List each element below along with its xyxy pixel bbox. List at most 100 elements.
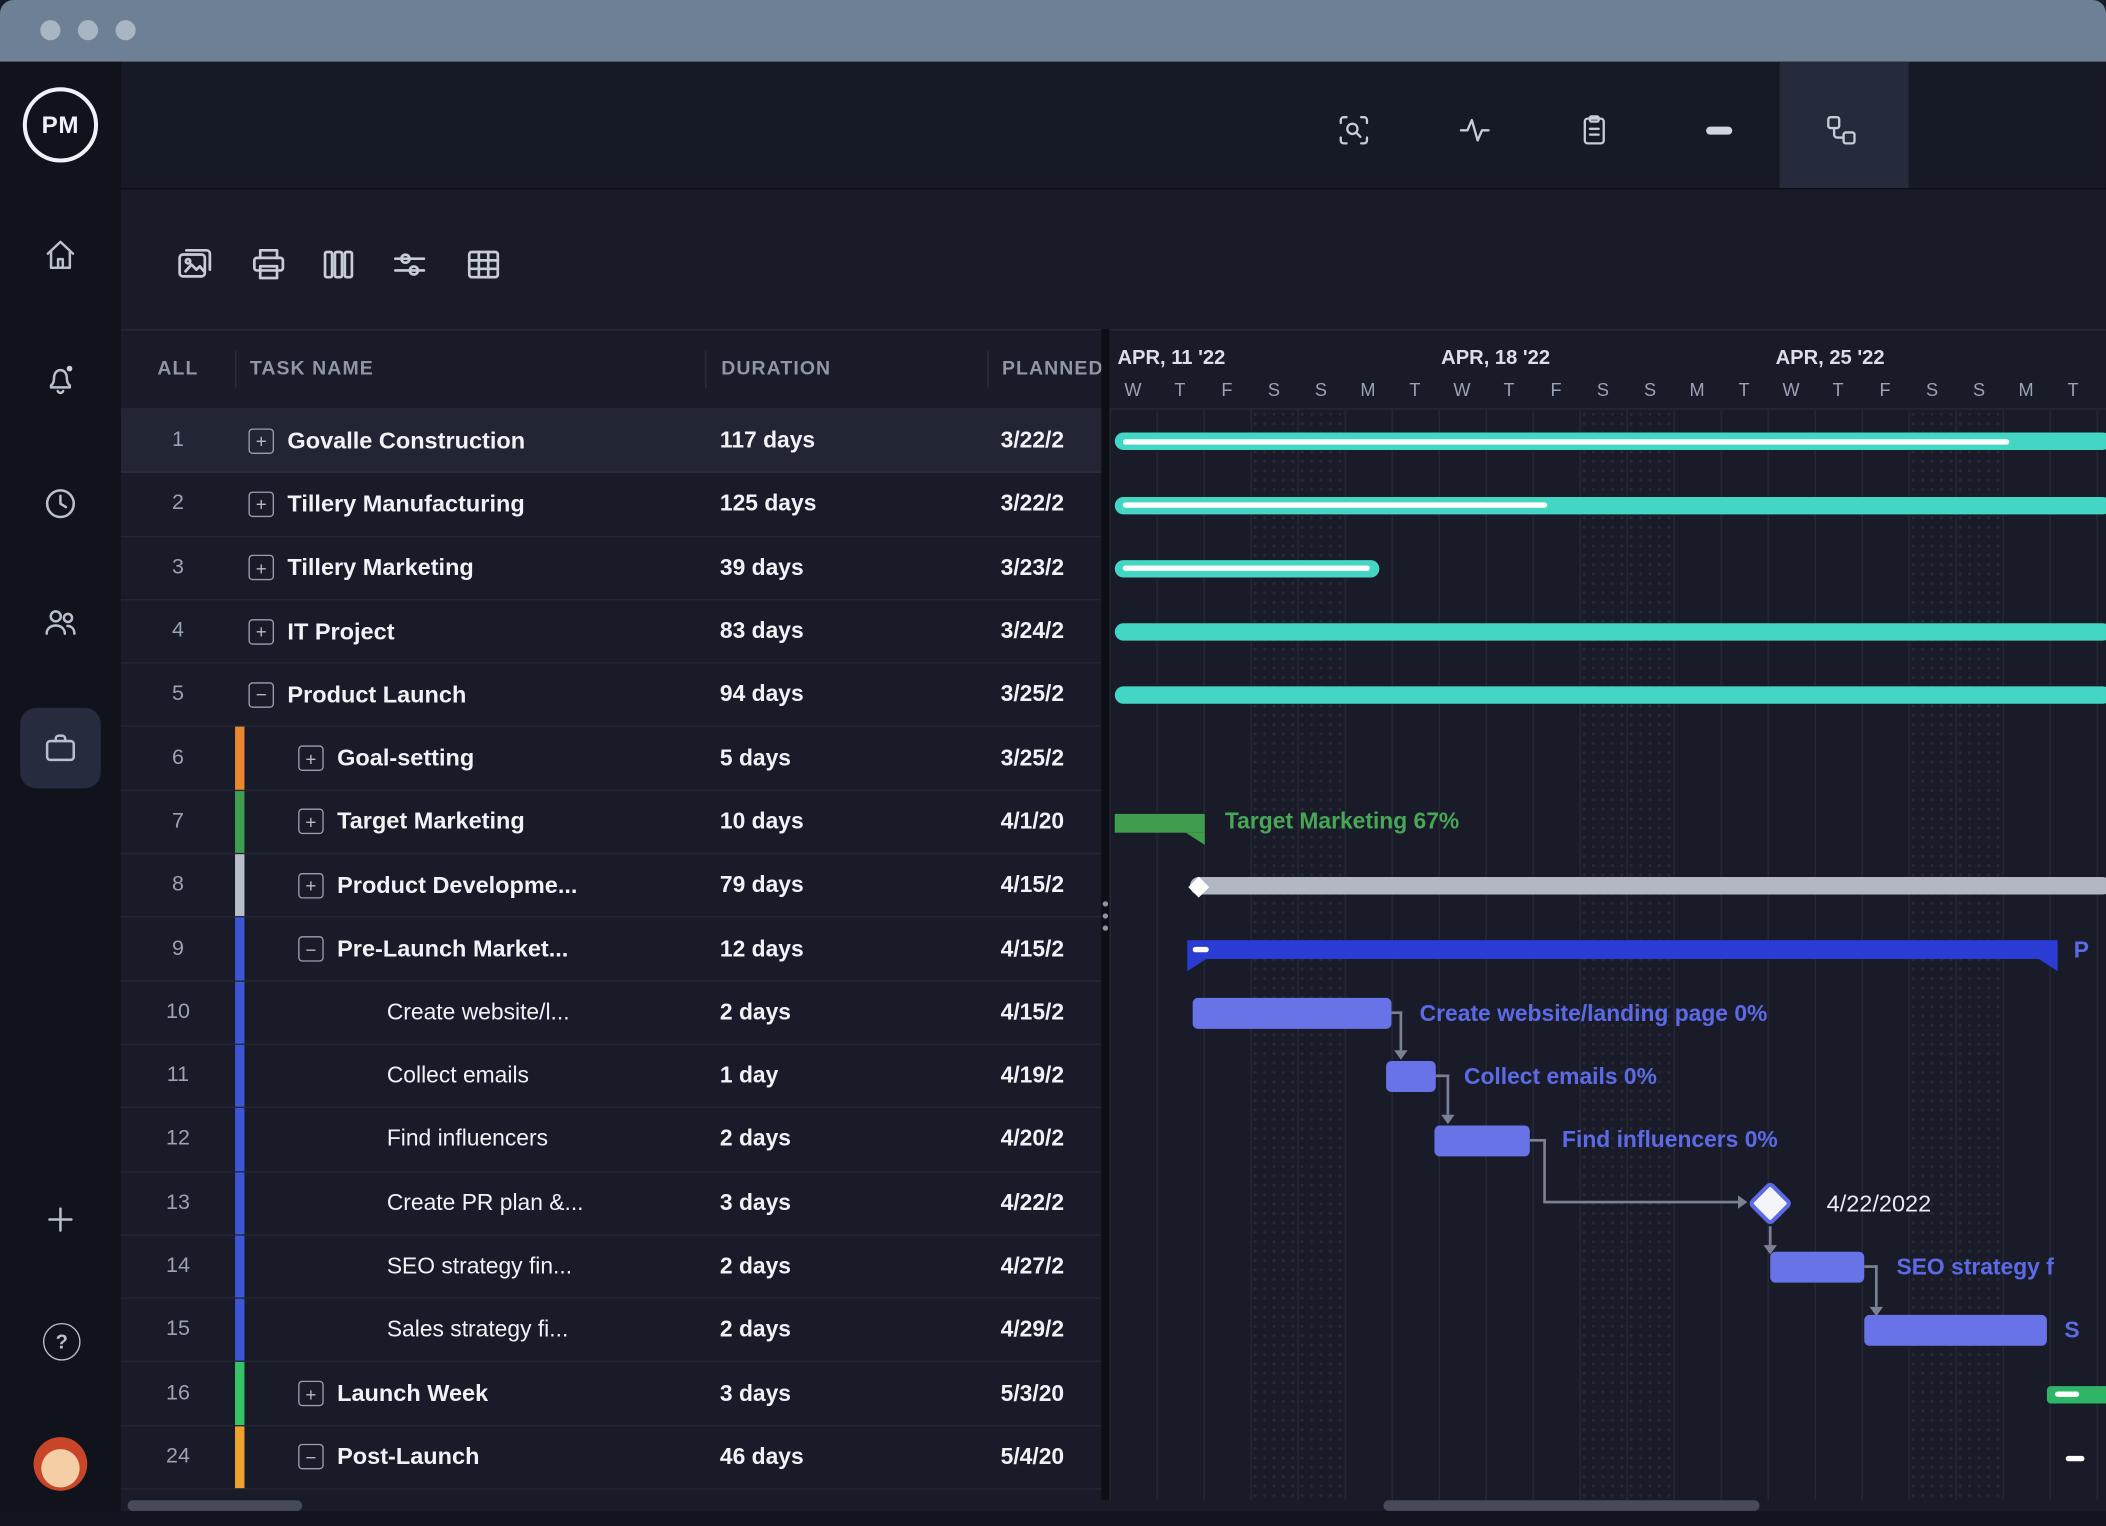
- table-row[interactable]: 12 Find influencers 2 days 4/20/2: [120, 1108, 1102, 1172]
- app-logo[interactable]: PM: [0, 61, 121, 189]
- window-zoom-button[interactable]: [115, 20, 136, 41]
- row-number: 14: [166, 1254, 190, 1278]
- bell-icon[interactable]: [42, 360, 80, 398]
- team-icon[interactable]: [42, 603, 80, 641]
- table-row[interactable]: 11 Collect emails 1 day 4/19/2: [120, 1044, 1102, 1109]
- filter-icon[interactable]: [390, 244, 430, 284]
- collapse-icon[interactable]: [248, 682, 274, 708]
- bar-icon[interactable]: [1702, 113, 1737, 148]
- bar-launch-week[interactable]: [2046, 1385, 2106, 1404]
- expand-icon[interactable]: [248, 427, 274, 454]
- help-icon[interactable]: [42, 1322, 81, 1361]
- home-icon[interactable]: [42, 236, 80, 274]
- column-header-task-name[interactable]: TASK NAME: [235, 350, 705, 389]
- table-row[interactable]: 9 Pre-Launch Market... 12 days 4/15/2: [120, 917, 1102, 982]
- table-row[interactable]: 24 Post-Launch 46 days 5/4/20: [120, 1426, 1102, 1490]
- bar-product-launch[interactable]: [1114, 686, 2106, 705]
- bar-seo-strategy[interactable]: [1770, 1251, 1865, 1283]
- table-row[interactable]: 6 Goal-setting 5 days 3/25/2: [120, 727, 1102, 791]
- row-color-strip: [235, 790, 245, 853]
- row-color-strip: [235, 1235, 245, 1298]
- bar-tillery-marketing[interactable]: [1114, 559, 1380, 578]
- table-row[interactable]: 15 Sales strategy fi... 2 days 4/29/2: [120, 1298, 1102, 1363]
- day-letter: S: [1925, 380, 1939, 401]
- row-number: 24: [166, 1445, 190, 1468]
- day-letter: T: [2067, 380, 2079, 401]
- table-row[interactable]: 10 Create website/l... 2 days 4/15/2: [120, 981, 1102, 1045]
- bar-govalle-construction[interactable]: [1114, 432, 2106, 450]
- table-horizontal-scrollbar[interactable]: [127, 1500, 303, 1511]
- expand-icon[interactable]: [248, 618, 274, 645]
- task-planned-start: 3/25/2: [1000, 681, 1065, 707]
- bar-product-development[interactable]: [1189, 877, 2106, 895]
- expand-icon[interactable]: [298, 1380, 324, 1407]
- bar-create-website[interactable]: [1192, 997, 1392, 1029]
- table-row[interactable]: 2 Tillery Manufacturing 125 days 3/22/2: [120, 473, 1102, 537]
- task-name: Launch Week: [337, 1379, 489, 1407]
- window-minimize-button[interactable]: [77, 20, 99, 41]
- user-avatar[interactable]: [33, 1437, 88, 1491]
- table-row[interactable]: 16 Launch Week 3 days 5/3/20: [120, 1362, 1102, 1427]
- table-row[interactable]: 14 SEO strategy fin... 2 days 4/27/2: [120, 1235, 1102, 1299]
- projects-icon[interactable]: [175, 244, 215, 284]
- expand-icon[interactable]: [298, 745, 324, 772]
- row-color-strip: [235, 1044, 245, 1108]
- expand-icon[interactable]: [248, 555, 274, 581]
- columns-icon[interactable]: [318, 244, 358, 284]
- day-letter: T: [1832, 380, 1844, 401]
- task-duration: 39 days: [719, 554, 804, 580]
- activity-icon[interactable]: [1457, 113, 1492, 148]
- day-letter: M: [1689, 380, 1705, 401]
- task-planned-start: 3/23/2: [1000, 554, 1065, 580]
- collapse-icon[interactable]: [298, 1444, 324, 1470]
- workflow-icon[interactable]: [1824, 113, 1859, 148]
- day-letter: M: [1360, 380, 1376, 401]
- bar-pre-launch-marketing[interactable]: [1187, 940, 2058, 959]
- table-row[interactable]: 3 Tillery Marketing 39 days 3/23/2: [120, 537, 1102, 601]
- bar-collect-emails[interactable]: [1386, 1061, 1436, 1093]
- expand-icon[interactable]: [248, 491, 274, 518]
- expand-icon[interactable]: [298, 872, 324, 899]
- clipboard-icon[interactable]: [1577, 113, 1612, 148]
- scan-search-icon[interactable]: [1336, 113, 1371, 148]
- table-row[interactable]: 1 Govalle Construction 117 days 3/22/2: [120, 409, 1102, 474]
- collapse-icon[interactable]: [298, 936, 324, 962]
- print-icon[interactable]: [248, 244, 288, 284]
- day-letter-row: W T F S S M T W T F S S M T W T F S S M: [1109, 380, 2096, 400]
- row-color-strip: [235, 854, 245, 917]
- table-row[interactable]: 7 Target Marketing 10 days 4/1/20: [120, 790, 1102, 855]
- plus-icon[interactable]: [42, 1201, 80, 1239]
- expand-icon[interactable]: [298, 809, 324, 835]
- bar-it-project[interactable]: [1114, 623, 2106, 641]
- milestone-create-pr-plan[interactable]: [1747, 1181, 1794, 1227]
- window-titlebar: [0, 0, 2106, 62]
- column-header-planned[interactable]: PLANNED: [987, 350, 1101, 389]
- row-number: 2: [171, 492, 184, 515]
- task-duration: 2 days: [719, 1126, 792, 1152]
- gantt-horizontal-scrollbar[interactable]: [1383, 1500, 1760, 1511]
- bar-target-marketing[interactable]: [1114, 813, 1205, 833]
- window-close-button[interactable]: [40, 20, 61, 41]
- row-number: 8: [171, 873, 184, 897]
- table-icon[interactable]: [463, 244, 503, 284]
- table-row[interactable]: 5 Product Launch 94 days 3/25/2: [120, 664, 1102, 728]
- table-row[interactable]: 8 Product Developme... 79 days 4/15/2: [120, 854, 1102, 918]
- column-header-all[interactable]: ALL: [121, 359, 235, 380]
- table-row[interactable]: 13 Create PR plan &... 3 days 4/22/2: [120, 1171, 1102, 1236]
- gantt-label-pre-launch: P: [2073, 937, 2089, 964]
- table-row[interactable]: 4 IT Project 83 days 3/24/2: [120, 600, 1102, 664]
- day-letter: F: [1550, 380, 1562, 401]
- row-number: 15: [166, 1317, 190, 1341]
- task-planned-start: 3/22/2: [1000, 427, 1065, 453]
- bar-sales-strategy[interactable]: [1864, 1315, 2047, 1347]
- day-letter: F: [1221, 380, 1233, 401]
- pane-splitter[interactable]: [1101, 329, 1110, 1501]
- bar-find-influencers[interactable]: [1434, 1124, 1530, 1156]
- column-header-duration[interactable]: DURATION: [705, 350, 987, 389]
- app-window: PM ? ALL TASK NAME DURATION PLANNED 1 + …: [0, 0, 2106, 1526]
- task-duration: 12 days: [719, 935, 804, 962]
- clock-icon[interactable]: [42, 485, 80, 523]
- task-duration: 1 day: [719, 1062, 779, 1089]
- portfolio-icon[interactable]: [42, 729, 80, 767]
- bar-tillery-manufacturing[interactable]: [1114, 496, 2106, 514]
